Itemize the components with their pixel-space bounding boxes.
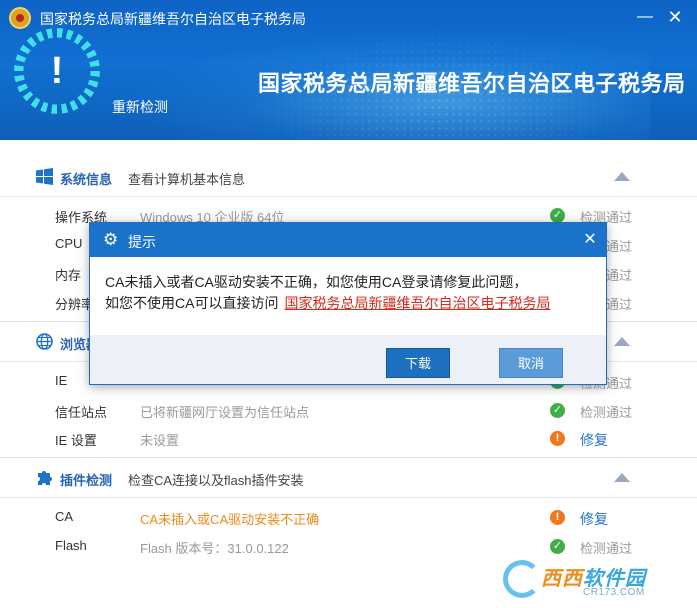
title-bar: 国家税务总局新疆维吾尔自治区电子税务局 — ✕ — [0, 0, 697, 34]
dialog-message-line1: CA未插入或者CA驱动安装不正确，如您使用CA登录请修复此问题， — [105, 274, 528, 290]
warning-icon: ! — [550, 431, 565, 446]
gear-icon: ⚙ — [103, 230, 119, 249]
row-ca: CA CA未插入或CA驱动安装不正确 ! 修复 — [0, 503, 697, 532]
dialog-message: CA未插入或者CA驱动安装不正确，如您使用CA登录请修复此问题， 如您不使用CA… — [105, 272, 595, 314]
row-label: 内存 — [55, 268, 82, 283]
row-label: CPU — [55, 236, 83, 251]
section-system-name: 系统信息 — [60, 172, 113, 187]
section-plugin-name: 插件检测 — [60, 473, 113, 488]
dialog-footer: 下载 取消 — [90, 335, 606, 384]
warning-exclamation-icon: ! — [50, 50, 64, 92]
row-trusted-site: 信任站点 已将新疆网厅设置为信任站点 ✓ 检测通过 — [0, 396, 697, 425]
section-plugin: 插件检测 检查CA连接以及flash插件安装 — [0, 458, 697, 498]
row-value: CA未插入或CA驱动安装不正确 — [140, 512, 320, 527]
row-flash: Flash Flash 版本号：31.0.0.122 ✓ 检测通过 — [0, 532, 697, 561]
repair-ca-button[interactable]: 修复 — [580, 509, 608, 529]
check-icon: ✓ — [550, 403, 565, 418]
header-banner: 国家税务总局新疆维吾尔自治区电子税务局 — ✕ ! 重新检测 国家税务总局新疆维… — [0, 0, 697, 140]
collapse-browser-button[interactable] — [614, 337, 630, 346]
repair-ie-button[interactable]: 修复 — [580, 430, 608, 450]
check-icon: ✓ — [550, 208, 565, 223]
prompt-dialog: ⚙ 提示 ✕ CA未插入或者CA驱动安装不正确，如您使用CA登录请修复此问题， … — [89, 222, 607, 385]
collapse-system-button[interactable] — [614, 172, 630, 181]
collapse-plugin-button[interactable] — [614, 473, 630, 482]
close-button[interactable]: ✕ — [664, 6, 686, 28]
row-status: 检测通过 — [580, 541, 633, 556]
dialog-header: ⚙ 提示 ✕ — [90, 223, 606, 257]
app-title: 国家税务总局新疆维吾尔自治区电子税务局 — [40, 11, 306, 27]
row-status: 检测通过 — [580, 405, 633, 420]
download-button[interactable]: 下载 — [386, 348, 450, 378]
row-label: IE — [55, 373, 68, 388]
check-icon: ✓ — [550, 539, 565, 554]
dialog-message-line2: 如您不使用CA可以直接访问 国家税务总局新疆维吾尔自治区电子税务局 — [105, 295, 551, 311]
banner-title: 国家税务总局新疆维吾尔自治区电子税务局 — [258, 71, 686, 96]
dialog-close-button[interactable]: ✕ — [580, 230, 600, 250]
warning-icon: ! — [550, 510, 565, 525]
etax-site-link[interactable]: 国家税务总局新疆维吾尔自治区电子税务局 — [284, 295, 550, 311]
row-value: Flash 版本号：31.0.0.122 — [140, 541, 289, 556]
cancel-button[interactable]: 取消 — [499, 348, 563, 378]
minimize-button[interactable]: — — [634, 6, 656, 28]
row-label: CA — [55, 509, 74, 524]
section-plugin-desc: 检查CA连接以及flash插件安装 — [128, 473, 304, 488]
tax-emblem-icon — [9, 7, 31, 29]
windows-logo-icon — [36, 168, 53, 185]
dialog-title: 提示 — [128, 234, 156, 250]
watermark-ring-icon — [503, 560, 541, 598]
row-label: Flash — [55, 538, 87, 553]
watermark-logo: 西西软件园 CR173.COM — [503, 558, 693, 600]
recheck-button[interactable]: 重新检测 — [112, 97, 168, 117]
row-value: 未设置 — [140, 433, 180, 448]
section-system-desc: 查看计算机基本信息 — [128, 172, 246, 187]
globe-icon — [36, 333, 53, 350]
row-label: IE 设置 — [55, 433, 97, 448]
row-label: 信任站点 — [55, 405, 108, 420]
puzzle-piece-icon — [38, 471, 52, 485]
section-system-info: 系统信息 查看计算机基本信息 — [0, 157, 697, 197]
row-value: 已将新疆网厅设置为信任站点 — [140, 405, 310, 420]
row-ie-settings: IE 设置 未设置 ! 修复 — [0, 424, 697, 453]
watermark-url: CR173.COM — [583, 587, 645, 598]
